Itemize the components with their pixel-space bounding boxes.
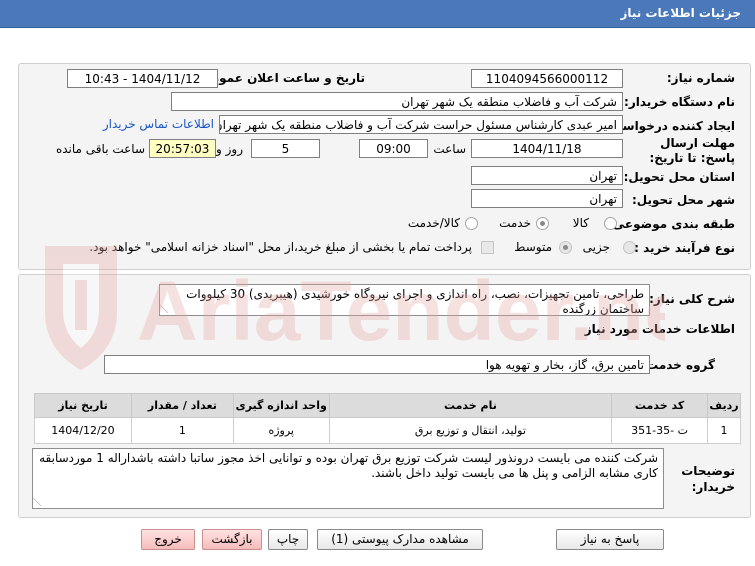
col-code: کد خدمت <box>611 393 709 418</box>
buyer-org-label: نام دستگاه خریدار: <box>624 95 735 109</box>
category-radio-service[interactable] <box>536 217 549 230</box>
summary-textarea[interactable]: طراحی، تامین تجهیزات، نصب، راه اندازی و … <box>159 284 650 316</box>
services-table-header: ردیف کد خدمت نام خدمت واحد اندازه گیری ت… <box>34 393 741 418</box>
back-button[interactable]: بازگشت <box>202 529 262 550</box>
treasury-payment-note: پرداخت تمام یا بخشی از مبلغ خرید،از محل … <box>89 240 472 254</box>
city-label: شهر محل تحویل: <box>631 193 735 207</box>
need-number-label: شماره نیاز: <box>666 71 735 85</box>
col-unit: واحد اندازه گیری <box>232 393 330 418</box>
col-name: نام خدمت <box>328 393 613 418</box>
contact-buyer-link[interactable]: اطلاعات تماس خریدار <box>103 117 214 131</box>
deadline-date-field[interactable]: 1404/11/18 <box>471 139 623 158</box>
process-option-minor: جزیی <box>582 240 610 254</box>
cell-date: 1404/12/20 <box>34 417 132 444</box>
attachments-button[interactable]: مشاهده مدارک پیوستی (1) <box>317 529 483 550</box>
deadline-time-field[interactable]: 09:00 <box>359 139 428 158</box>
summary-text: طراحی، تامین تجهیزات، نصب، راه اندازی و … <box>186 287 644 316</box>
cell-unit: پروژه <box>232 417 330 444</box>
category-label: طبقه بندی موضوعی: <box>607 217 735 231</box>
announce-field[interactable]: 1404/11/12 - 10:43 <box>67 69 218 88</box>
cell-code: ت -35-351 <box>611 417 709 444</box>
process-radio-medium[interactable] <box>559 241 572 254</box>
page-title: جزئیات اطلاعات نیاز <box>620 6 741 20</box>
resize-grip-icon[interactable] <box>33 497 50 506</box>
category-radio-goods[interactable] <box>604 217 617 230</box>
remaining-time-field: 20:57:03 <box>149 139 216 158</box>
summary-label: شرح کلی نیاز: <box>649 292 735 306</box>
need-number-field[interactable]: 1104094566000112 <box>471 69 623 88</box>
service-group-label: گروه خدمت: <box>641 358 715 372</box>
category-option-goods: کالا <box>572 216 589 230</box>
print-button[interactable]: چاپ <box>268 529 308 550</box>
col-qty: تعداد / مقدار <box>130 393 234 418</box>
col-date: تاریخ نیاز <box>34 393 132 418</box>
cell-row: 1 <box>707 417 741 444</box>
reply-button[interactable]: پاسخ به نیاز <box>556 529 664 550</box>
services-table: ردیف کد خدمت نام خدمت واحد اندازه گیری ت… <box>34 393 741 444</box>
province-label: استان محل تحویل: <box>623 170 735 184</box>
cell-name: تولید، انتقال و توزیع برق <box>328 417 613 444</box>
process-radio-minor[interactable] <box>623 241 636 254</box>
exit-button[interactable]: خروج <box>141 529 195 550</box>
buyer-notes-text: شرکت کننده می بایست درونذور لیست شرکت تو… <box>39 451 658 480</box>
category-option-goods-service: کالا/خدمت <box>407 216 460 230</box>
requester-field[interactable]: امیر عبدی کارشناس مسئول حراست شرکت آب و … <box>219 115 623 134</box>
buyer-notes-textarea[interactable]: شرکت کننده می بایست درونذور لیست شرکت تو… <box>32 448 664 509</box>
category-option-service: خدمت <box>499 216 531 230</box>
days-label: روز و <box>216 142 243 156</box>
process-option-medium: متوسط <box>514 240 552 254</box>
requester-label: ایجاد کننده درخواست: <box>605 119 735 133</box>
page-header: جزئیات اطلاعات نیاز <box>0 0 755 28</box>
deadline-label: مهلت ارسال پاسخ: تا تاریخ: <box>649 136 736 165</box>
category-radio-goods-service[interactable] <box>465 217 478 230</box>
days-field[interactable]: 5 <box>251 139 320 158</box>
city-field[interactable]: تهران <box>471 189 623 208</box>
remaining-label: ساعت باقی مانده <box>55 142 145 156</box>
buyer-notes-label: توضیحات خریدار: <box>681 464 735 494</box>
buyer-org-field[interactable]: شرکت آب و فاضلاب منطقه یک شهر تهران <box>171 92 623 111</box>
service-group-field[interactable]: تامین برق، گاز، بخار و تهویه هوا <box>104 355 650 374</box>
services-section-title: اطلاعات خدمات مورد نیاز <box>584 322 735 336</box>
deadline-time-label: ساعت <box>433 142 466 156</box>
province-field[interactable]: تهران <box>471 166 623 185</box>
treasury-payment-checkbox[interactable] <box>481 241 494 254</box>
table-row: 1 ت -35-351 تولید، انتقال و توزیع برق پر… <box>34 417 741 444</box>
announce-label: تاریخ و ساعت اعلان عمومی: <box>194 71 365 85</box>
cell-qty: 1 <box>130 417 234 444</box>
process-label: نوع فرآیند خرید : <box>634 241 735 255</box>
col-row: ردیف <box>707 393 741 418</box>
resize-grip-icon[interactable] <box>160 304 177 313</box>
